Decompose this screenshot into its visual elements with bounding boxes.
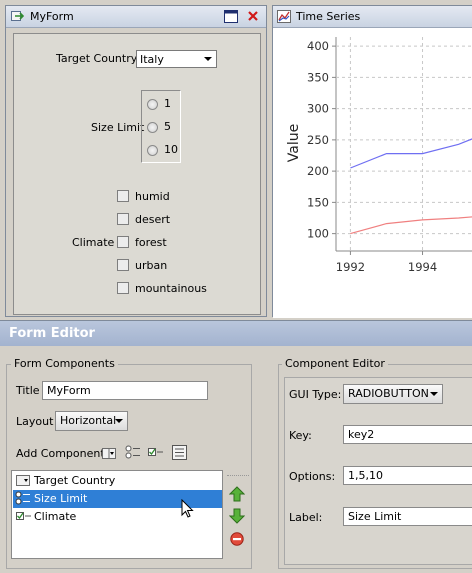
add-textfield-icon[interactable] <box>172 445 187 460</box>
timeseries-title: Time Series <box>296 10 361 23</box>
key-label: Key: <box>289 429 312 442</box>
y-tick-label: 250 <box>307 133 329 147</box>
title-label: Title <box>16 384 40 397</box>
close-icon[interactable] <box>247 10 259 22</box>
checkbox-label-forest: forest <box>135 236 167 249</box>
checkbox-mountainous[interactable] <box>117 282 129 294</box>
list-item-label: Target Country <box>34 474 116 487</box>
chevron-down-icon <box>204 57 212 61</box>
size-limit-label: Size Limit <box>91 121 145 134</box>
list-item-label: Climate <box>34 510 77 523</box>
chart-icon <box>277 10 291 23</box>
x-tick-label: 1994 <box>408 260 437 274</box>
combobox-icon <box>16 475 30 486</box>
layout-select[interactable]: Horizontal <box>55 411 128 431</box>
myform-titlebar[interactable]: MyForm <box>6 6 266 28</box>
radio-5[interactable] <box>147 122 158 133</box>
title-input[interactable]: MyForm <box>42 381 208 400</box>
time-series-chart: 400350300250200150100199219941Value <box>286 37 472 274</box>
add-radio-icon[interactable] <box>125 445 141 460</box>
list-item[interactable]: Target Country <box>13 472 222 490</box>
list-item-label: Size Limit <box>34 492 88 505</box>
form-components-title: Form Components <box>11 357 118 370</box>
climate-label: Climate <box>72 236 115 249</box>
gui-type-value: RADIOBUTTON <box>348 387 429 400</box>
options-label: Options: <box>289 470 336 483</box>
gui-type-label: GUI Type: <box>289 388 342 401</box>
form-editor-header: Form Editor <box>0 321 472 346</box>
target-country-combo[interactable]: Italy <box>136 50 217 68</box>
checkbox-icon <box>16 512 32 522</box>
y-tick-label: 400 <box>307 39 329 53</box>
chart-area: 400350300250200150100199219941Value <box>273 28 472 318</box>
move-up-icon[interactable] <box>228 486 246 502</box>
radio-icon <box>15 491 31 506</box>
y-tick-label: 350 <box>307 70 329 84</box>
checkbox-label-humid: humid <box>135 190 170 203</box>
radio-label-5: 5 <box>164 120 171 133</box>
y-axis-label: Value <box>286 124 302 162</box>
form-editor-panel: Form Editor Form Components Title MyForm… <box>0 320 472 573</box>
gui-type-select[interactable]: RADIOBUTTON <box>343 384 443 404</box>
checkbox-urban[interactable] <box>117 259 129 271</box>
series-line-1 <box>350 138 472 169</box>
series-line-2 <box>350 216 472 235</box>
radio-label-10: 10 <box>164 143 178 156</box>
y-tick-label: 150 <box>307 195 329 209</box>
y-tick-label: 100 <box>307 227 329 241</box>
radio-1[interactable] <box>147 99 158 110</box>
y-tick-label: 200 <box>307 164 329 178</box>
radio-label-1: 1 <box>164 97 171 110</box>
chevron-down-icon <box>115 419 123 423</box>
checkbox-label-desert: desert <box>135 213 171 226</box>
toolbar-grip <box>227 475 249 478</box>
radio-10[interactable] <box>147 145 158 156</box>
options-input[interactable]: 1,5,10 <box>343 466 472 485</box>
mouse-cursor-icon <box>181 498 195 519</box>
checkbox-humid[interactable] <box>117 190 129 202</box>
title-input-value: MyForm <box>47 384 91 397</box>
maximize-icon[interactable] <box>224 10 238 23</box>
timeseries-titlebar[interactable]: Time Series <box>273 6 472 28</box>
add-combobox-icon[interactable] <box>102 448 116 459</box>
delete-icon[interactable] <box>230 532 244 546</box>
size-limit-radio-group: 1 5 10 <box>141 90 181 163</box>
myform-panel: MyForm Target Country Italy Size Limit 1… <box>5 5 267 317</box>
checkbox-label-urban: urban <box>135 259 168 272</box>
x-tick-label: 1992 <box>336 260 365 274</box>
checkbox-forest[interactable] <box>117 236 129 248</box>
myform-title: MyForm <box>30 10 74 23</box>
label-label: Label: <box>289 511 323 524</box>
add-component-label: Add Component <box>16 447 105 460</box>
chevron-down-icon <box>430 392 438 396</box>
timeseries-panel: Time Series 400 350 300 250 200 150 100 1992 199… <box>272 5 472 318</box>
label-input-value: Size Limit <box>348 510 402 523</box>
layout-value: Horizontal <box>60 414 117 427</box>
component-editor-title: Component Editor <box>282 357 388 370</box>
options-input-value: 1,5,10 <box>348 469 383 482</box>
add-checkbox-icon[interactable] <box>148 448 164 458</box>
y-tick-label: 300 <box>307 102 329 116</box>
target-country-label: Target Country <box>56 52 138 65</box>
myform-content: Target Country Italy Size Limit 1 5 10 C… <box>13 33 261 315</box>
target-country-value: Italy <box>140 53 164 66</box>
key-input[interactable]: key2 <box>343 425 472 444</box>
key-input-value: key2 <box>348 428 375 441</box>
label-input[interactable]: Size Limit <box>343 507 472 526</box>
checkbox-label-mountainous: mountainous <box>135 282 207 295</box>
form-icon <box>11 11 25 22</box>
form-editor-title: Form Editor <box>9 326 95 341</box>
layout-label: Layout <box>16 415 54 428</box>
checkbox-desert[interactable] <box>117 213 129 225</box>
move-down-icon[interactable] <box>228 508 246 524</box>
